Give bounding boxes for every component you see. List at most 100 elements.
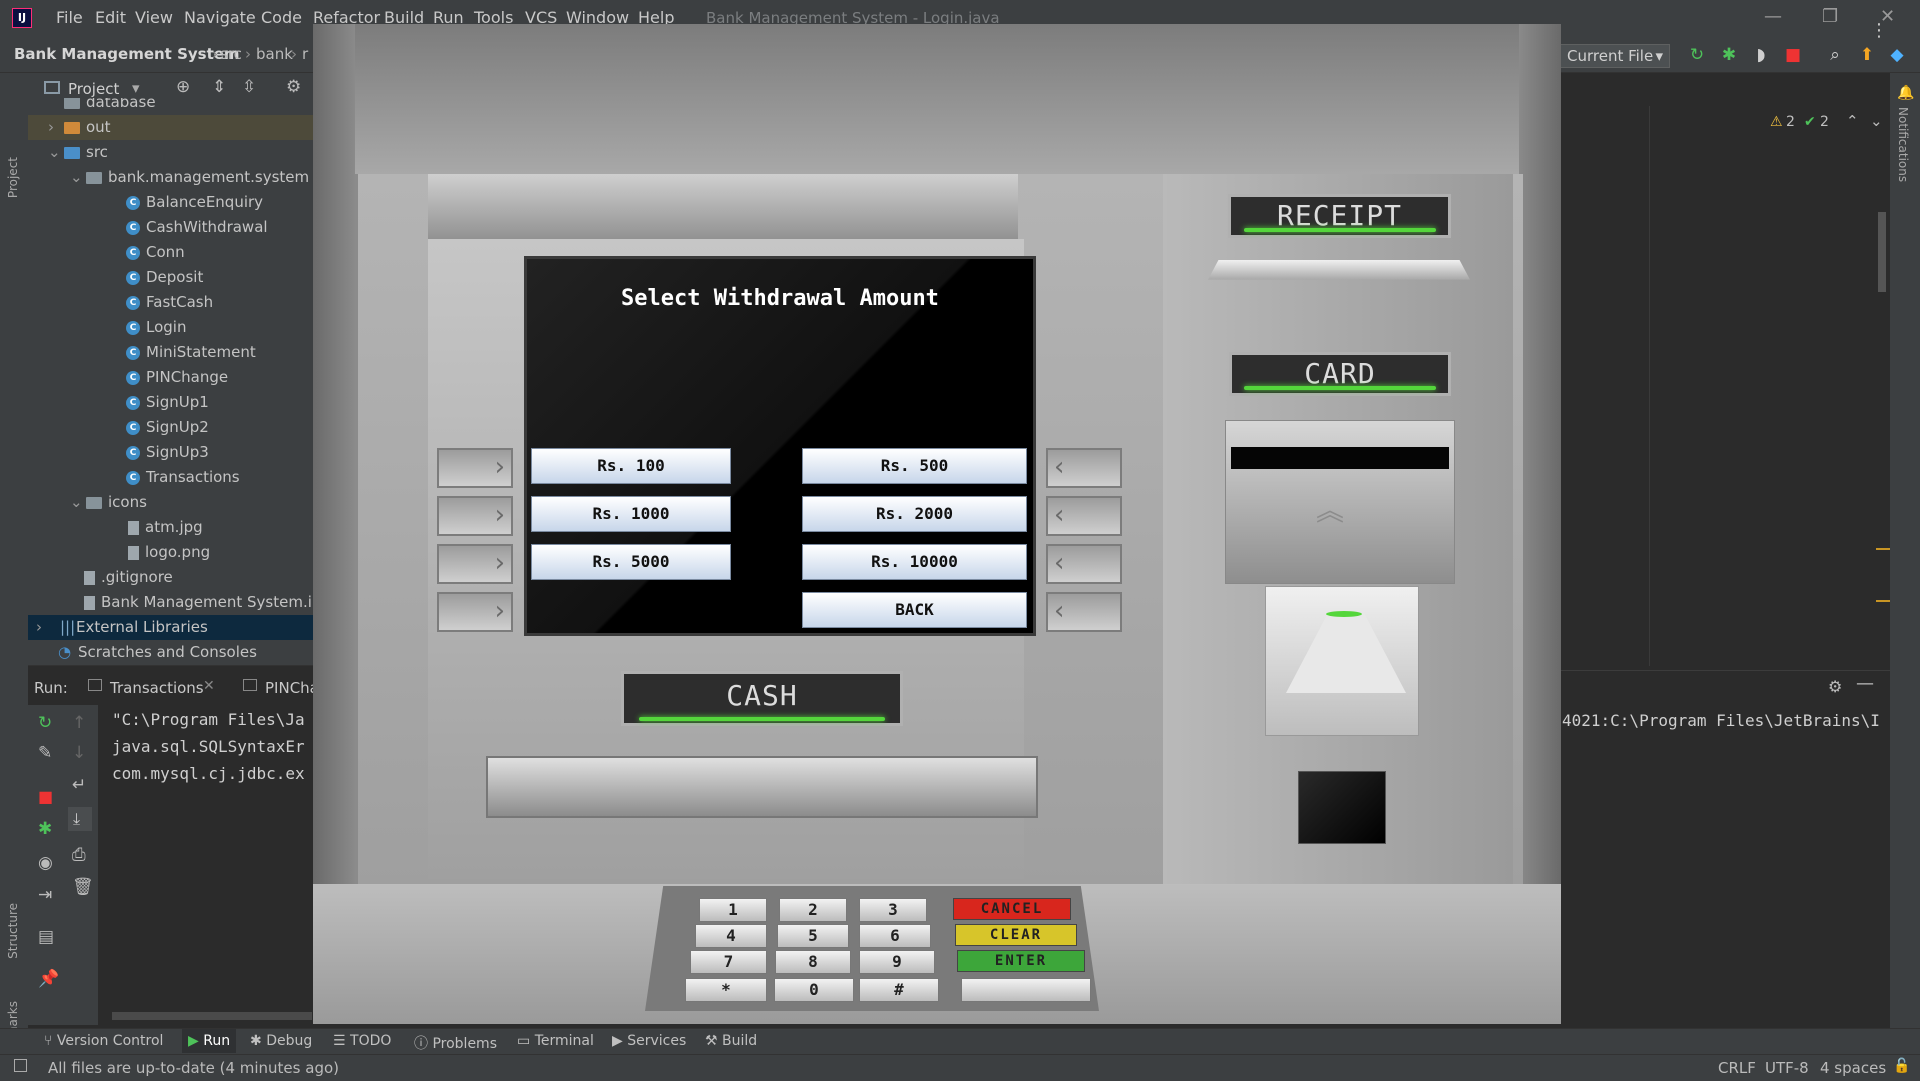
key-3[interactable]: 3: [859, 898, 927, 922]
tab-todo[interactable]: ☰ TODO: [333, 1033, 391, 1049]
tree-item-transactions[interactable]: C Transactions: [126, 465, 240, 490]
layout-toggle-icon[interactable]: [14, 1059, 27, 1072]
amount-button-1000[interactable]: Rs. 1000: [531, 496, 731, 532]
tree-item-ministatement[interactable]: C MiniStatement: [126, 340, 256, 365]
key-star[interactable]: *: [685, 978, 767, 1002]
indent-setting[interactable]: 4 spaces: [1820, 1059, 1886, 1077]
horizontal-scrollbar[interactable]: [112, 1012, 312, 1020]
tree-item-signup2[interactable]: C SignUp2: [126, 415, 209, 440]
tree-item-logo-png[interactable]: logo.png: [128, 540, 210, 565]
pin-icon[interactable]: 📌: [38, 969, 59, 989]
menu-view[interactable]: View: [135, 8, 173, 27]
lock-icon[interactable]: 🔓: [1893, 1058, 1910, 1074]
run-tab-transactions[interactable]: Transactions: [110, 679, 204, 697]
side-key-left-2[interactable]: ›: [437, 496, 513, 536]
key-5[interactable]: 5: [777, 924, 849, 948]
tree-item-gitignore[interactable]: .gitignore: [84, 565, 173, 590]
back-button[interactable]: BACK: [802, 592, 1027, 628]
tab-problems[interactable]: ⓘ Problems: [414, 1033, 497, 1053]
soft-wrap-icon[interactable]: ↵: [72, 775, 86, 795]
amount-button-10000[interactable]: Rs. 10000: [802, 544, 1027, 580]
amount-button-100[interactable]: Rs. 100: [531, 448, 731, 484]
collapse-all-icon[interactable]: ⇳: [242, 77, 256, 97]
chevron-down-icon[interactable]: ⌄: [1870, 112, 1883, 130]
tab-run[interactable]: ▶ Run: [182, 1029, 237, 1053]
key-1[interactable]: 1: [699, 898, 767, 922]
locate-icon[interactable]: ⊕: [176, 77, 190, 97]
tree-item-package[interactable]: ⌄ bank.management.system: [70, 165, 309, 190]
amount-button-2000[interactable]: Rs. 2000: [802, 496, 1027, 532]
bell-icon[interactable]: 🔔: [1897, 85, 1914, 101]
tree-item-out[interactable]: › out: [28, 115, 315, 140]
menu-navigate[interactable]: Navigate: [184, 8, 256, 27]
clear-key[interactable]: CLEAR: [955, 924, 1077, 946]
tree-item-signup3[interactable]: C SignUp3: [126, 440, 209, 465]
chevron-down-icon[interactable]: ▾: [132, 79, 140, 97]
breadcrumb-bank[interactable]: bank: [256, 45, 293, 63]
debug-icon[interactable]: ✱: [38, 819, 52, 839]
print-icon[interactable]: ⎙: [72, 845, 86, 865]
warning-marker[interactable]: [1876, 600, 1890, 602]
key-4[interactable]: 4: [695, 924, 767, 948]
stop-icon[interactable]: ■: [1782, 44, 1804, 66]
status-message[interactable]: All files are up-to-date (4 minutes ago): [48, 1059, 339, 1077]
cancel-key[interactable]: CANCEL: [953, 898, 1071, 920]
side-key-left-1[interactable]: ›: [437, 448, 513, 488]
run-configuration-select[interactable]: Current File ▾: [1560, 44, 1670, 68]
breadcrumb-project[interactable]: Bank Management System: [14, 45, 240, 63]
tree-item-login[interactable]: C Login: [126, 315, 186, 340]
notifications-tool-label[interactable]: Notifications: [1896, 107, 1910, 182]
tab-build[interactable]: ⚒ Build: [705, 1033, 757, 1049]
debug-icon[interactable]: ✱: [1718, 44, 1740, 66]
hide-panel-icon[interactable]: —: [1856, 673, 1874, 694]
key-9[interactable]: 9: [859, 950, 935, 974]
amount-button-5000[interactable]: Rs. 5000: [531, 544, 731, 580]
rerun-icon[interactable]: ↻: [38, 713, 52, 733]
restore-icon[interactable]: ❐: [1822, 6, 1838, 27]
side-key-right-4[interactable]: ‹: [1046, 592, 1122, 632]
line-separator[interactable]: CRLF: [1718, 1059, 1756, 1077]
file-encoding[interactable]: UTF-8: [1765, 1059, 1809, 1077]
tree-item-pinchange[interactable]: C PINChange: [126, 365, 228, 390]
chevron-up-icon[interactable]: ⌃: [1846, 112, 1859, 130]
tree-item-cashwithdrawal[interactable]: C CashWithdrawal: [126, 215, 268, 240]
key-hash[interactable]: #: [859, 978, 939, 1002]
scroll-to-end-icon[interactable]: ⤓: [68, 807, 92, 831]
tree-item-conn[interactable]: C Conn: [126, 240, 185, 265]
menu-code[interactable]: Code: [261, 8, 302, 27]
wrench-icon[interactable]: ✎: [38, 743, 52, 763]
key-0[interactable]: 0: [774, 978, 854, 1002]
camera-icon[interactable]: ◉: [38, 853, 53, 873]
update-icon[interactable]: ⬆: [1856, 44, 1878, 66]
side-key-right-2[interactable]: ‹: [1046, 496, 1122, 536]
breadcrumb-src[interactable]: src: [220, 45, 242, 63]
tree-item-database[interactable]: database: [64, 98, 156, 115]
tree-item-icons[interactable]: ⌄ icons: [70, 490, 147, 515]
minimize-icon[interactable]: —: [1764, 6, 1782, 27]
vertical-scrollbar[interactable]: [1878, 212, 1886, 292]
up-arrow-icon[interactable]: ↑: [72, 713, 86, 733]
menu-file[interactable]: File: [56, 8, 83, 27]
gear-icon[interactable]: ⚙: [1828, 677, 1842, 696]
tree-item-balanceenquiry[interactable]: C BalanceEnquiry: [126, 190, 263, 215]
tree-item-atm-jpg[interactable]: atm.jpg: [128, 515, 203, 540]
search-icon[interactable]: ⌕: [1824, 44, 1846, 66]
close-tab-icon[interactable]: ✕: [203, 678, 215, 694]
stop-icon[interactable]: ■: [38, 787, 53, 806]
more-options-icon[interactable]: ⋮: [1870, 20, 1888, 41]
menu-edit[interactable]: Edit: [95, 8, 126, 27]
warning-count[interactable]: 2: [1786, 114, 1795, 130]
key-8[interactable]: 8: [775, 950, 851, 974]
tab-terminal[interactable]: ▭ Terminal: [517, 1033, 594, 1049]
down-arrow-icon[interactable]: ↓: [72, 743, 86, 763]
project-panel-title[interactable]: Project: [68, 80, 119, 98]
side-key-left-3[interactable]: ›: [437, 544, 513, 584]
blank-key[interactable]: [961, 978, 1091, 1002]
project-tool-label[interactable]: Project: [6, 157, 20, 198]
rerun-icon[interactable]: ↻: [1686, 44, 1708, 66]
key-6[interactable]: 6: [859, 924, 931, 948]
coverage-icon[interactable]: ◗: [1750, 44, 1772, 66]
tab-debug[interactable]: ✱ Debug: [250, 1033, 312, 1049]
key-7[interactable]: 7: [690, 950, 767, 974]
tree-item-signup1[interactable]: C SignUp1: [126, 390, 209, 415]
